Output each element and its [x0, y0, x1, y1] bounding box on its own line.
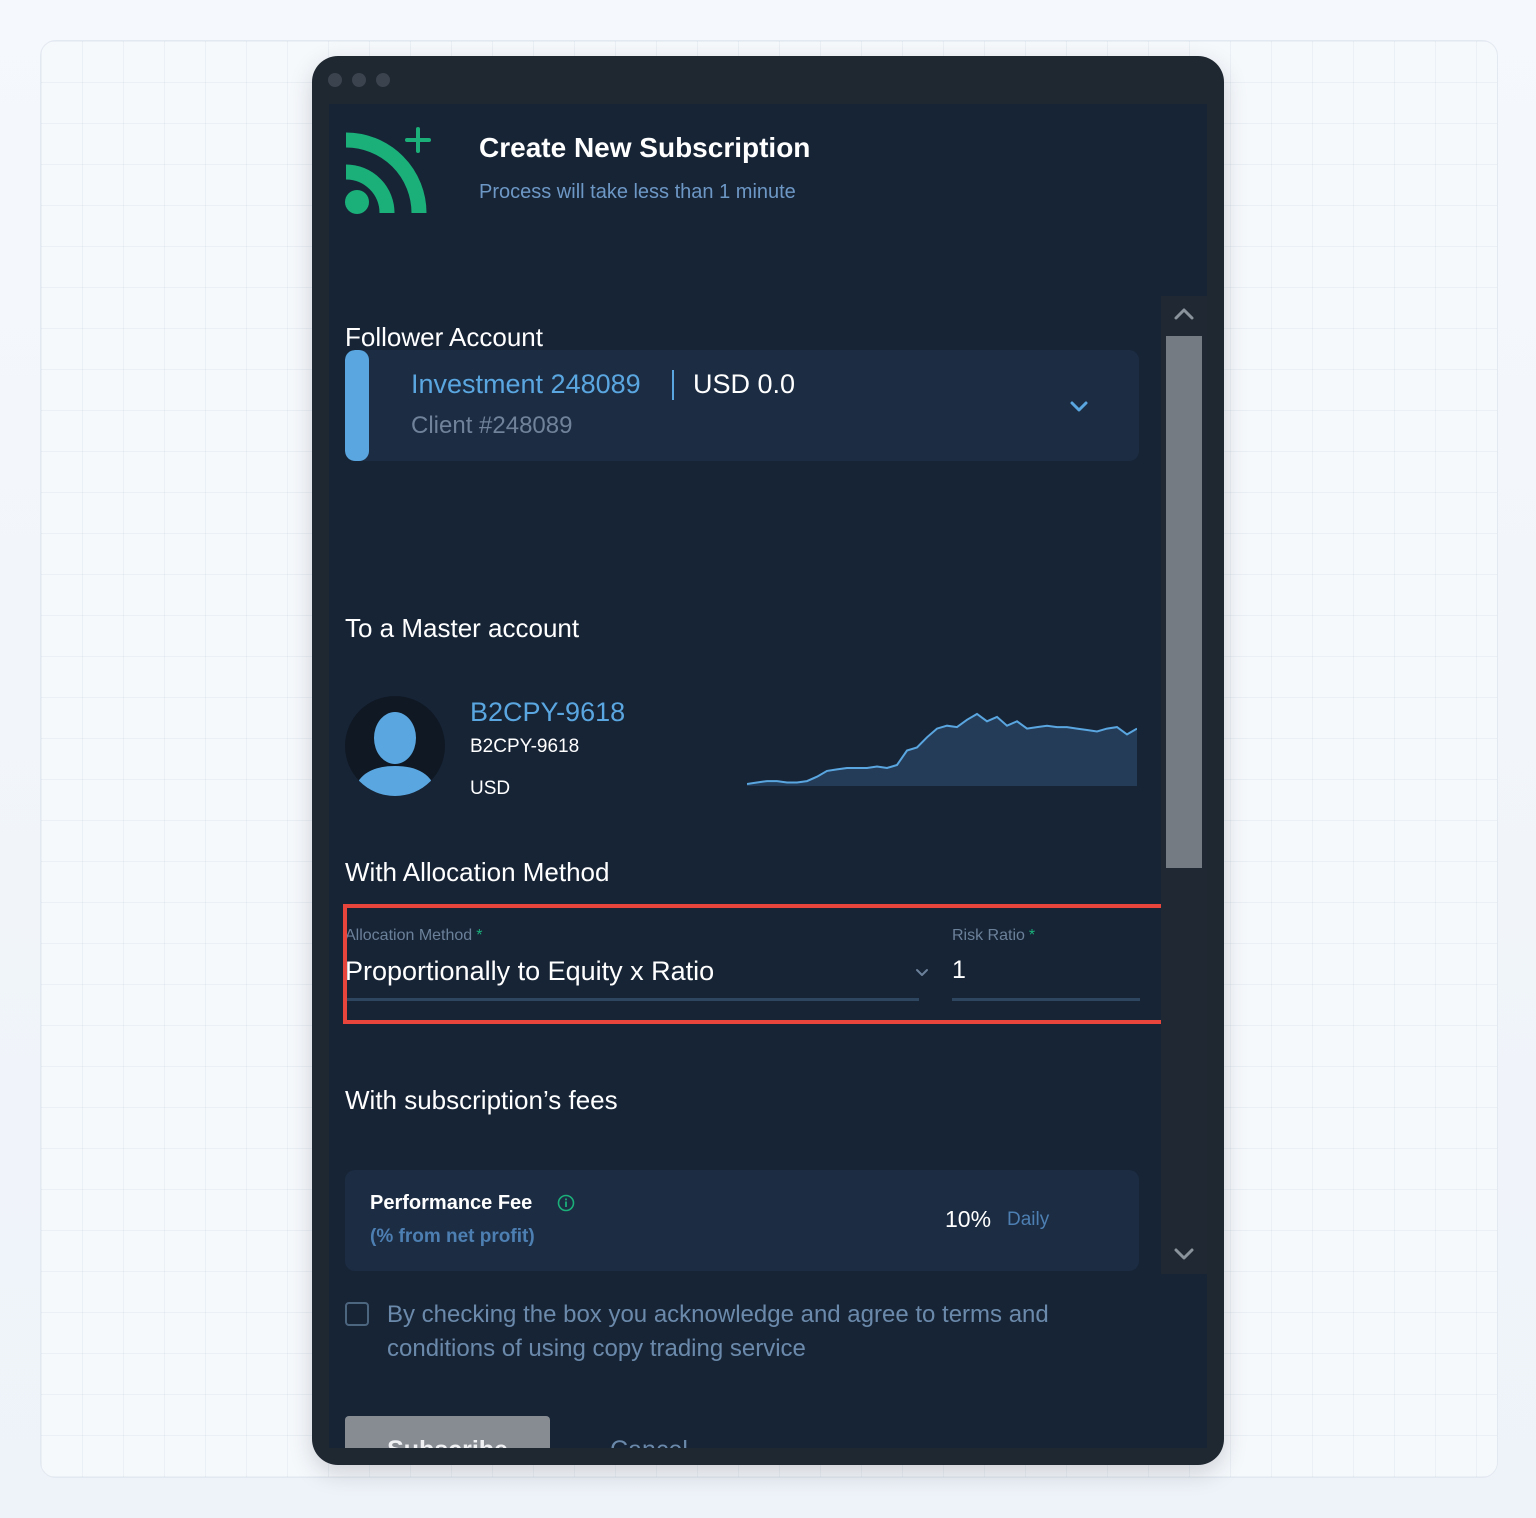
scrollbar-thumb[interactable]	[1166, 336, 1202, 868]
terms-checkbox[interactable]	[345, 1302, 369, 1326]
dialog-title: Create New Subscription	[479, 132, 811, 163]
performance-fee-value: 10%	[945, 1206, 992, 1232]
follower-account-heading: Follower Account	[345, 322, 543, 352]
account-separator	[672, 370, 674, 400]
allocation-highlight-box	[343, 904, 1165, 1024]
performance-fee-card: Performance Fee (% from net profit) 10% …	[345, 1170, 1139, 1271]
follower-client-number: Client #248089	[411, 412, 573, 439]
master-account-id: B2CPY-9618	[470, 736, 580, 757]
performance-fee-period: Daily	[1007, 1209, 1050, 1230]
performance-fee-title: Performance Fee	[370, 1192, 533, 1214]
fees-heading: With subscription’s fees	[345, 1085, 618, 1115]
window-maximize-dot[interactable]	[376, 73, 390, 87]
chevron-down-icon[interactable]	[1161, 1242, 1207, 1266]
terms-text: By checking the box you acknowledge and …	[387, 1301, 1049, 1362]
rss-plus-icon	[345, 127, 431, 214]
info-icon[interactable]	[557, 1194, 575, 1212]
sparkline-area	[747, 714, 1137, 786]
allocation-heading: With Allocation Method	[345, 857, 610, 887]
window-close-dot[interactable]	[328, 73, 342, 87]
chevron-up-icon[interactable]	[1161, 302, 1207, 326]
scrollbar[interactable]	[1161, 296, 1207, 1274]
follower-account-select[interactable]: Investment 248089 USD 0.0 Client #248089	[345, 350, 1139, 461]
cancel-button[interactable]: Cancel	[594, 1416, 704, 1449]
chevron-down-icon[interactable]	[1067, 395, 1091, 419]
follower-account-balance: USD 0.0	[693, 369, 796, 399]
master-equity-sparkline	[747, 712, 1137, 786]
master-account-heading: To a Master account	[345, 613, 580, 643]
dialog-subtitle: Process will take less than 1 minute	[479, 181, 796, 203]
account-color-bar	[345, 350, 369, 461]
window-titlebar	[312, 56, 1224, 104]
performance-fee-subtitle: (% from net profit)	[370, 1226, 535, 1247]
window-minimize-dot[interactable]	[352, 73, 366, 87]
master-account-name[interactable]: B2CPY-9618	[470, 697, 625, 728]
user-avatar-icon	[345, 696, 445, 796]
app-window: Create New Subscription Process will tak…	[312, 56, 1224, 1465]
subscribe-button[interactable]: Subscribe	[345, 1416, 550, 1448]
subscription-dialog: Create New Subscription Process will tak…	[329, 104, 1207, 1448]
master-account-currency: USD	[470, 778, 511, 799]
follower-account-name: Investment 248089	[411, 369, 641, 399]
